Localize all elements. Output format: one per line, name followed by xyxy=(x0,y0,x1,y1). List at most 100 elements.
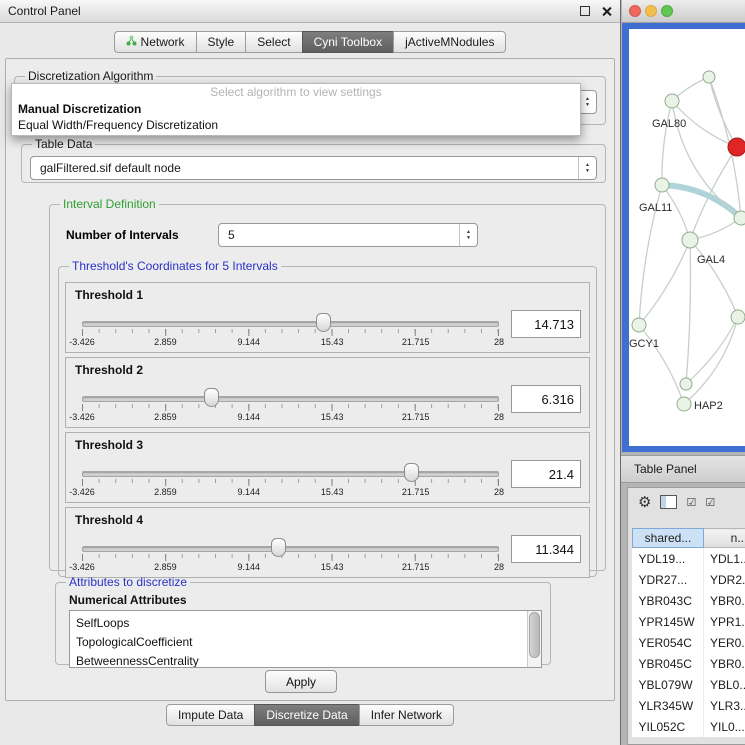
table-cell[interactable]: YPR145W xyxy=(633,611,704,632)
network-node[interactable] xyxy=(632,318,646,332)
close-traffic-light-icon[interactable] xyxy=(629,5,641,17)
tab-impute-data[interactable]: Impute Data xyxy=(166,704,255,726)
table-row[interactable]: YBR045CYBR0... xyxy=(633,653,745,674)
tab-cyni-toolbox[interactable]: Cyni Toolbox xyxy=(302,31,394,53)
table-row[interactable]: YIL052CYIL0... xyxy=(633,716,745,737)
network-node[interactable] xyxy=(682,232,698,248)
attributes-scrollbar[interactable] xyxy=(527,611,541,667)
number-of-intervals-combobox[interactable]: 5 ▲ ▼ xyxy=(218,223,478,247)
table-cell[interactable]: YBL0... xyxy=(704,674,745,695)
tab-infer-network[interactable]: Infer Network xyxy=(359,704,454,726)
network-edge[interactable] xyxy=(684,317,738,404)
attribute-item[interactable]: TopologicalCoefficient xyxy=(76,633,541,652)
show-columns-icon[interactable] xyxy=(660,495,677,509)
tab-select[interactable]: Select xyxy=(245,31,302,53)
threshold-slider[interactable]: -3.4262.8599.14415.4321.71528 xyxy=(82,457,499,501)
table-panel-titlebar[interactable]: Table Panel xyxy=(621,455,745,483)
threshold-value-field[interactable] xyxy=(511,535,581,563)
table-row[interactable]: YPR145WYPR1... xyxy=(633,611,745,632)
number-of-intervals-value: 5 xyxy=(219,224,477,246)
scale-tick-label: 28 xyxy=(494,412,504,422)
table-cell[interactable]: YIL052C xyxy=(633,716,704,737)
network-node[interactable] xyxy=(665,94,679,108)
tab-label: jActiveMNodules xyxy=(405,32,494,52)
network-node[interactable] xyxy=(655,178,669,192)
zoom-traffic-light-icon[interactable] xyxy=(661,5,673,17)
slider-thumb-handle[interactable] xyxy=(316,313,331,332)
threshold-value-field[interactable] xyxy=(511,460,581,488)
column-header[interactable]: n... xyxy=(704,529,745,548)
algorithm-option-equal-width-frequency-discretization[interactable]: Equal Width/Frequency Discretization xyxy=(12,117,580,133)
threshold-box: Threshold 3 -3.4262.8599.14415.4321.7152… xyxy=(65,432,590,503)
table-cell[interactable]: YPR1... xyxy=(704,611,745,632)
table-row[interactable]: YDR27...YDR2... xyxy=(633,569,745,590)
table-row[interactable]: YLR345WYLR3... xyxy=(633,695,745,716)
table-cell[interactable]: YLR345W xyxy=(633,695,704,716)
network-canvas[interactable]: GAL80GAL11GAL4GCY1HAP2 xyxy=(629,29,745,446)
algorithm-option-manual-discretization[interactable]: Manual Discretization xyxy=(12,101,580,117)
table-cell[interactable]: YDR2... xyxy=(704,569,745,590)
gear-icon[interactable]: ⚙ xyxy=(638,493,651,511)
table-cell[interactable]: YBR0... xyxy=(704,590,745,611)
table-data-group: Table Data galFiltered.sif default node … xyxy=(21,137,606,183)
network-node[interactable] xyxy=(734,211,745,225)
scrollbar-thumb[interactable] xyxy=(529,612,540,658)
threshold-value-field[interactable] xyxy=(511,385,581,413)
threshold-label: Threshold 1 xyxy=(75,288,143,302)
close-icon[interactable] xyxy=(601,6,612,17)
slider-thumb-handle[interactable] xyxy=(404,463,419,482)
table-row[interactable]: YER054CYER0... xyxy=(633,632,745,653)
slider-thumb-handle[interactable] xyxy=(204,388,219,407)
network-edge[interactable] xyxy=(662,101,672,185)
table-cell[interactable]: YDR27... xyxy=(633,569,704,590)
table-cell[interactable]: YDL1... xyxy=(704,548,745,570)
tab-discretize-data[interactable]: Discretize Data xyxy=(254,704,359,726)
table-cell[interactable]: YER0... xyxy=(704,632,745,653)
network-edge[interactable] xyxy=(690,240,738,317)
threshold-slider[interactable]: -3.4262.8599.14415.4321.71528 xyxy=(82,532,499,576)
select-none-checkbox-icon[interactable]: ☑ xyxy=(705,496,715,509)
network-node-selected[interactable] xyxy=(728,138,745,156)
slider-track[interactable] xyxy=(82,471,499,477)
table-cell[interactable]: YBL079W xyxy=(633,674,704,695)
select-all-checkbox-icon[interactable]: ☑ xyxy=(686,496,696,509)
table-cell[interactable]: YDL19... xyxy=(633,548,704,570)
slider-track[interactable] xyxy=(82,546,499,552)
tab-network[interactable]: Network xyxy=(114,31,197,53)
table-row[interactable]: YDL19...YDL1... xyxy=(633,548,745,570)
table-cell[interactable]: YIL0... xyxy=(704,716,745,737)
attribute-item[interactable]: SelfLoops xyxy=(76,614,541,633)
threshold-slider[interactable]: -3.4262.8599.14415.4321.71528 xyxy=(82,382,499,426)
network-edge[interactable] xyxy=(686,240,690,384)
scale-tick-label: 21.715 xyxy=(402,337,430,347)
table-cell[interactable]: YLR3... xyxy=(704,695,745,716)
numerical-attributes-list[interactable]: SelfLoopsTopologicalCoefficientBetweenne… xyxy=(69,610,542,668)
tab-label: Discretize Data xyxy=(266,705,347,725)
minimize-traffic-light-icon[interactable] xyxy=(645,5,657,17)
network-node[interactable] xyxy=(680,378,692,390)
table-row[interactable]: YBL079WYBL0... xyxy=(633,674,745,695)
threshold-slider[interactable]: -3.4262.8599.14415.4321.71528 xyxy=(82,307,499,351)
tab-style[interactable]: Style xyxy=(196,31,247,53)
table-row[interactable]: YBR043CYBR0... xyxy=(633,590,745,611)
slider-track[interactable] xyxy=(82,321,499,327)
attribute-item[interactable]: BetweennessCentrality xyxy=(76,652,541,668)
network-edge[interactable] xyxy=(639,325,684,404)
apply-button[interactable]: Apply xyxy=(265,670,337,693)
threshold-value-field[interactable] xyxy=(511,310,581,338)
table-cell[interactable]: YBR0... xyxy=(704,653,745,674)
float-window-icon[interactable] xyxy=(580,6,590,16)
column-header[interactable]: shared... xyxy=(633,529,704,548)
table-cell[interactable]: YER054C xyxy=(633,632,704,653)
network-node[interactable] xyxy=(703,71,715,83)
slider-thumb-handle[interactable] xyxy=(271,538,286,557)
stepper-down-icon: ▼ xyxy=(585,102,590,108)
network-node[interactable] xyxy=(677,397,691,411)
table-cell[interactable]: YBR045C xyxy=(633,653,704,674)
discretization-algorithm-group-label: Discretization Algorithm xyxy=(25,69,156,83)
table-cell[interactable]: YBR043C xyxy=(633,590,704,611)
table-data-combobox[interactable]: galFiltered.sif default node ▲ ▼ xyxy=(30,156,597,180)
slider-track[interactable] xyxy=(82,396,499,402)
tab-jactivemnodules[interactable]: jActiveMNodules xyxy=(393,31,506,53)
network-node[interactable] xyxy=(731,310,745,324)
